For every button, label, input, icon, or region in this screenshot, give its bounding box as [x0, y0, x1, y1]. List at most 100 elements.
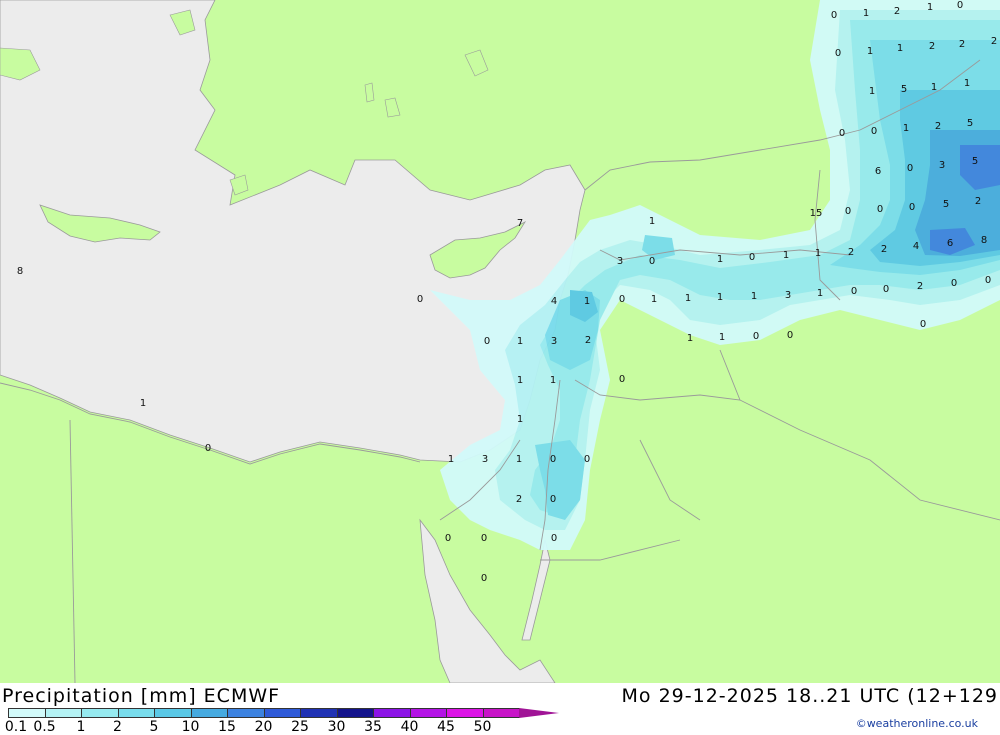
- precip-value-label: 2: [848, 247, 854, 258]
- precip-value-label: 2: [959, 39, 965, 50]
- precip-value-label: 2: [935, 121, 941, 132]
- legend-swatch: [8, 708, 46, 718]
- precip-value-label: 2: [991, 36, 997, 47]
- legend-swatch: [190, 708, 228, 718]
- precip-value-label: 0: [877, 204, 883, 215]
- legend-swatch: [373, 708, 411, 718]
- legend-swatch: [409, 708, 447, 718]
- precip-value-label: 0: [481, 533, 487, 544]
- precip-value-label: 0: [831, 10, 837, 21]
- legend-swatch: [300, 708, 338, 718]
- precip-value-label: 0: [951, 278, 957, 289]
- precip-value-label: 1: [964, 78, 970, 89]
- precip-value-label: 6: [875, 166, 881, 177]
- precip-value-label: 2: [929, 41, 935, 52]
- precip-value-label: 1: [897, 43, 903, 54]
- precip-value-label: 0: [619, 374, 625, 385]
- precip-value-label: 1: [931, 82, 937, 93]
- precip-value-label: 0: [883, 284, 889, 295]
- precip-value-label: 2: [975, 196, 981, 207]
- precip-value-label: 15: [810, 208, 823, 219]
- precip-value-label: 0: [920, 319, 926, 330]
- map-title: Precipitation [mm] ECMWF: [2, 685, 281, 707]
- precip-value-label: 0: [417, 294, 423, 305]
- precip-value-label: 1: [719, 332, 725, 343]
- precip-value-label: 0: [205, 443, 211, 454]
- precip-value-label: 0: [787, 330, 793, 341]
- precip-value-label: 1: [140, 398, 146, 409]
- legend-swatch: [81, 708, 119, 718]
- precip-value-label: 2: [516, 494, 522, 505]
- legend-swatch: [154, 708, 192, 718]
- precip-value-label: 0: [749, 252, 755, 263]
- precip-value-label: 3: [785, 290, 791, 301]
- precip-value-label: 0: [484, 336, 490, 347]
- precip-value-label: 0: [871, 126, 877, 137]
- precip-value-label: 0: [839, 128, 845, 139]
- legend-swatch: [117, 708, 155, 718]
- precip-value-label: 1: [903, 123, 909, 134]
- precip-value-label: 0: [907, 163, 913, 174]
- precip-value-label: 3: [939, 160, 945, 171]
- precip-value-label: 2: [585, 335, 591, 346]
- precip-value-label: 1: [516, 454, 522, 465]
- precip-value-label: 2: [881, 244, 887, 255]
- precipitation-map: 0 1 2 1 0 0 1 1 2 2 2 1 5 1 1 0 0 1 2 5 6 0 3 5 15 0 0 0 5 2 7 1 2 3 0 1 0 1 1…: [0, 0, 1000, 684]
- precip-value-label: 3: [551, 336, 557, 347]
- precip-value-label: 1: [517, 375, 523, 386]
- precip-value-label: 1: [751, 291, 757, 302]
- precip-value-label: 8: [17, 266, 23, 277]
- precip-value-label: 0: [909, 202, 915, 213]
- precip-value-label: 2: [917, 281, 923, 292]
- precip-value-label: 1: [867, 46, 873, 57]
- precip-value-label: 7: [517, 218, 523, 229]
- precip-value-label: 0: [550, 494, 556, 505]
- precip-value-label: 0: [753, 331, 759, 342]
- precip-value-label: 0: [845, 206, 851, 217]
- precip-value-label: 0: [649, 256, 655, 267]
- precip-value-label: 1: [863, 8, 869, 19]
- precip-value-label: 1: [717, 254, 723, 265]
- precip-value-label: 0: [619, 294, 625, 305]
- precip-value-label: 4: [913, 241, 919, 252]
- precip-value-label: 1: [927, 2, 933, 13]
- precip-value-label: 0: [551, 533, 557, 544]
- precip-value-label: 1: [783, 250, 789, 261]
- legend-swatch: [44, 708, 82, 718]
- precip-value-label: 5: [967, 118, 973, 129]
- precip-value-label: 4: [551, 296, 557, 307]
- precip-value-label: 1: [448, 454, 454, 465]
- precip-value-label: 0: [445, 533, 451, 544]
- precip-value-label: 1: [687, 333, 693, 344]
- precip-value-label: 0: [550, 454, 556, 465]
- precip-value-label: 2: [894, 6, 900, 17]
- precip-value-label: 5: [943, 199, 949, 210]
- precip-value-label: 1: [817, 288, 823, 299]
- valid-time: Mo 29-12-2025 18..21 UTC (12+129: [621, 685, 998, 707]
- legend-swatch: [336, 708, 374, 718]
- precip-value-label: 1: [649, 216, 655, 227]
- precip-value-label: 5: [901, 84, 907, 95]
- precip-value-label: 0: [957, 0, 963, 11]
- precip-value-label: 1: [550, 375, 556, 386]
- precip-value-label: 1: [517, 336, 523, 347]
- precip-value-label: 1: [717, 292, 723, 303]
- precip-value-label: 1: [685, 293, 691, 304]
- precip-value-label: 0: [835, 48, 841, 59]
- precip-value-label: 6: [947, 238, 953, 249]
- precip-value-label: 1: [651, 294, 657, 305]
- precip-value-label: 3: [482, 454, 488, 465]
- precip-value-label: 1: [815, 248, 821, 259]
- precip-value-label: 0: [851, 286, 857, 297]
- precip-value-label: 5: [972, 156, 978, 167]
- precip-value-label: 1: [584, 296, 590, 307]
- precip-value-label: 3: [617, 256, 623, 267]
- legend-swatch: [482, 708, 520, 718]
- precip-value-label: 0: [584, 454, 590, 465]
- legend-swatch: [227, 708, 265, 718]
- footer: Precipitation [mm] ECMWF Mo 29-12-2025 1…: [0, 683, 1000, 735]
- precip-value-label: 1: [517, 414, 523, 425]
- precip-value-label: 0: [481, 573, 487, 584]
- credit-text[interactable]: ©weatheronline.co.uk: [856, 717, 978, 730]
- precip-value-label: 0: [985, 275, 991, 286]
